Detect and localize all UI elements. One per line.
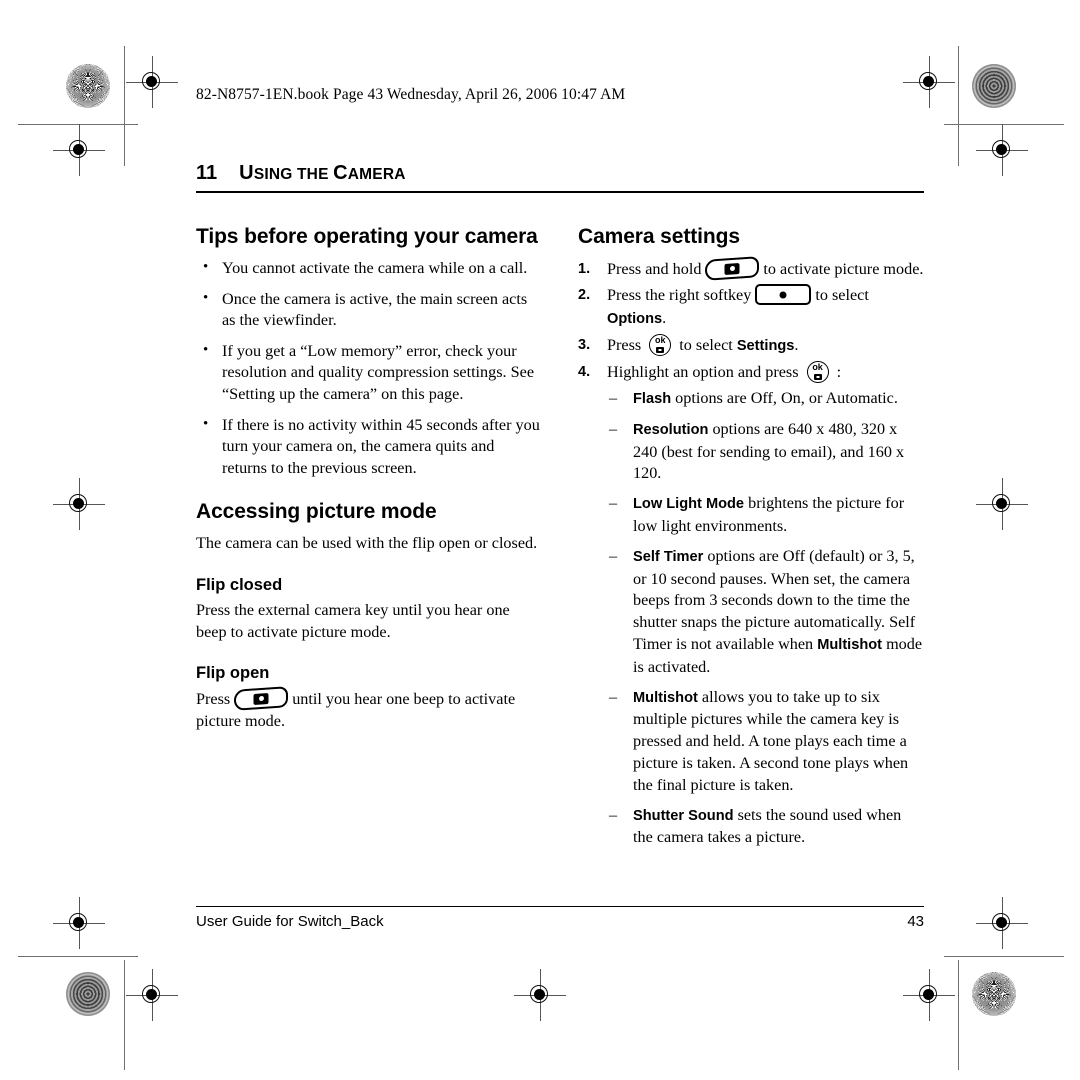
crop-line-right-vertical-bottom: [958, 960, 959, 1070]
registration-target-icon-bottom-right-upper: [976, 897, 1028, 949]
crop-line-left-vertical: [124, 46, 125, 166]
list-item-multishot: Multishot allows you to take up to six m…: [607, 687, 924, 797]
list-item: If there is no activity within 45 second…: [196, 414, 542, 480]
list-item-self-timer: Self Timer options are Off (default) or …: [607, 546, 924, 679]
ok-key-icon: ok: [806, 361, 829, 383]
list-item-resolution: Resolution options are 640 x 480, 320 x …: [607, 419, 924, 485]
flip-open-pre-text: Press: [196, 690, 231, 709]
crop-line-top-horizontal-left: [18, 124, 138, 125]
camera-key-icon: [234, 686, 289, 712]
color-rosette-icon-bottom-right: [972, 972, 1016, 1016]
list-item: If you get a “Low memory” error, check y…: [196, 340, 542, 406]
registration-target-icon-top-left-lower: [53, 124, 105, 176]
step-pre-text: Press: [607, 336, 642, 354]
step-number: 3.: [578, 337, 591, 353]
file-header: 82-N8757-1EN.book Page 43 Wednesday, Apr…: [196, 86, 626, 103]
option-keyword: Multishot: [633, 689, 698, 706]
page-number: 43: [907, 913, 924, 930]
crop-line-bottom-horizontal-left: [18, 956, 138, 957]
accessing-picture-mode-intro: The camera can be used with the flip ope…: [196, 534, 538, 553]
list-item-shutter-sound: Shutter Sound sets the sound used when t…: [607, 805, 924, 850]
section-heading-camera-settings: Camera settings: [578, 225, 740, 248]
step-pre-text: Press the right softkey: [607, 286, 752, 304]
subheading-flip-closed: Flip closed: [196, 575, 283, 594]
registration-target-icon-top-right-lower: [976, 124, 1028, 176]
step-number: 1.: [578, 261, 591, 277]
section-heading-tips: Tips before operating your camera: [196, 225, 538, 248]
step-post-text: to activate picture mode.: [763, 260, 924, 278]
chapter-rule: [196, 191, 924, 193]
step-item-4: 4. Highlight an option and press ok :: [578, 361, 924, 384]
step-item-3: 3. Press ok to select Settings.: [578, 334, 924, 358]
two-column-body: Tips before operating your camera You ca…: [196, 224, 924, 857]
crop-line-left-vertical-bottom: [124, 960, 125, 1070]
option-keyword-secondary: Multishot: [817, 636, 883, 653]
registration-target-icon-bottom-center: [514, 969, 566, 1021]
flip-closed-body: Press the external camera key until you …: [196, 600, 510, 641]
option-keyword: Low Light Mode: [633, 496, 745, 513]
section-heading-accessing-picture-mode: Accessing picture mode: [196, 500, 437, 524]
registration-target-icon-bottom-right-lower: [903, 969, 955, 1021]
chapter-header: 11 USING THE CAMERA: [196, 162, 924, 193]
step-post-text: to select: [815, 286, 869, 304]
step-post-text: :: [836, 363, 842, 381]
option-keyword: Shutter Sound: [633, 807, 734, 824]
step-item-1: 1. Press and hold to activate picture mod…: [578, 256, 924, 281]
color-rosette-icon-top-left: [66, 64, 110, 108]
crop-line-bottom-horizontal-right: [944, 956, 1064, 957]
color-rosette-icon-top-right: [972, 64, 1016, 108]
step-keyword: Settings: [736, 338, 795, 354]
step-tail: .: [662, 309, 667, 327]
left-column: Tips before operating your camera You ca…: [196, 224, 542, 857]
crop-line-top-horizontal-right: [944, 124, 1064, 125]
camera-options-list: Flash options are Off, On, or Automatic.…: [607, 388, 924, 849]
footer-guide-title: User Guide for Switch_Back: [196, 913, 384, 930]
chapter-number: 11: [196, 162, 218, 184]
step-number: 2.: [578, 287, 591, 303]
option-keyword: Self Timer: [633, 548, 704, 565]
step-tail: .: [794, 336, 799, 354]
crop-line-right-vertical: [958, 46, 959, 166]
color-rosette-icon-bottom-left: [66, 972, 110, 1016]
registration-target-icon-mid-right: [976, 478, 1028, 530]
step-item-2: 2. Press the right softkey to select Opti…: [578, 284, 924, 331]
option-text: options are Off, On, or Automatic.: [671, 389, 898, 407]
step-pre-text: Press and hold: [607, 260, 702, 278]
softkey-icon: [755, 284, 812, 305]
tips-bullet-list: You cannot activate the camera while on …: [196, 257, 542, 480]
list-item: Once the camera is active, the main scre…: [196, 288, 542, 332]
registration-target-icon-bottom-left-upper: [53, 897, 105, 949]
camera-settings-steps: 1. Press and hold to activate picture mod…: [578, 256, 924, 384]
step-post-text: to select: [679, 336, 733, 354]
step-number: 4.: [578, 364, 591, 380]
camera-key-icon: [705, 256, 760, 281]
subheading-flip-open: Flip open: [196, 664, 270, 683]
option-keyword: Flash: [633, 391, 672, 407]
registration-target-icon-bottom-left-lower: [126, 969, 178, 1021]
list-item-low-light-mode: Low Light Mode brightens the picture for…: [607, 493, 924, 538]
ok-key-icon: ok: [649, 334, 672, 356]
right-column: Camera settings 1. Press and hold to acti…: [578, 224, 924, 857]
step-keyword: Options: [607, 311, 663, 327]
option-keyword: Resolution: [633, 421, 709, 438]
flip-open-body: Press until you hear one beep to activate…: [196, 686, 542, 732]
page-footer: User Guide for Switch_Back 43: [196, 906, 924, 930]
list-item: You cannot activate the camera while on …: [196, 257, 542, 280]
list-item-flash: Flash options are Off, On, or Automatic.: [607, 388, 924, 411]
registration-target-icon-mid-left: [53, 478, 105, 530]
step-pre-text: Highlight an option and press: [607, 363, 799, 381]
page-content: 82-N8757-1EN.book Page 43 Wednesday, Apr…: [196, 62, 924, 942]
registration-target-icon-top-left-upper: [126, 56, 178, 108]
chapter-title: USING THE CAMERA: [239, 162, 406, 184]
